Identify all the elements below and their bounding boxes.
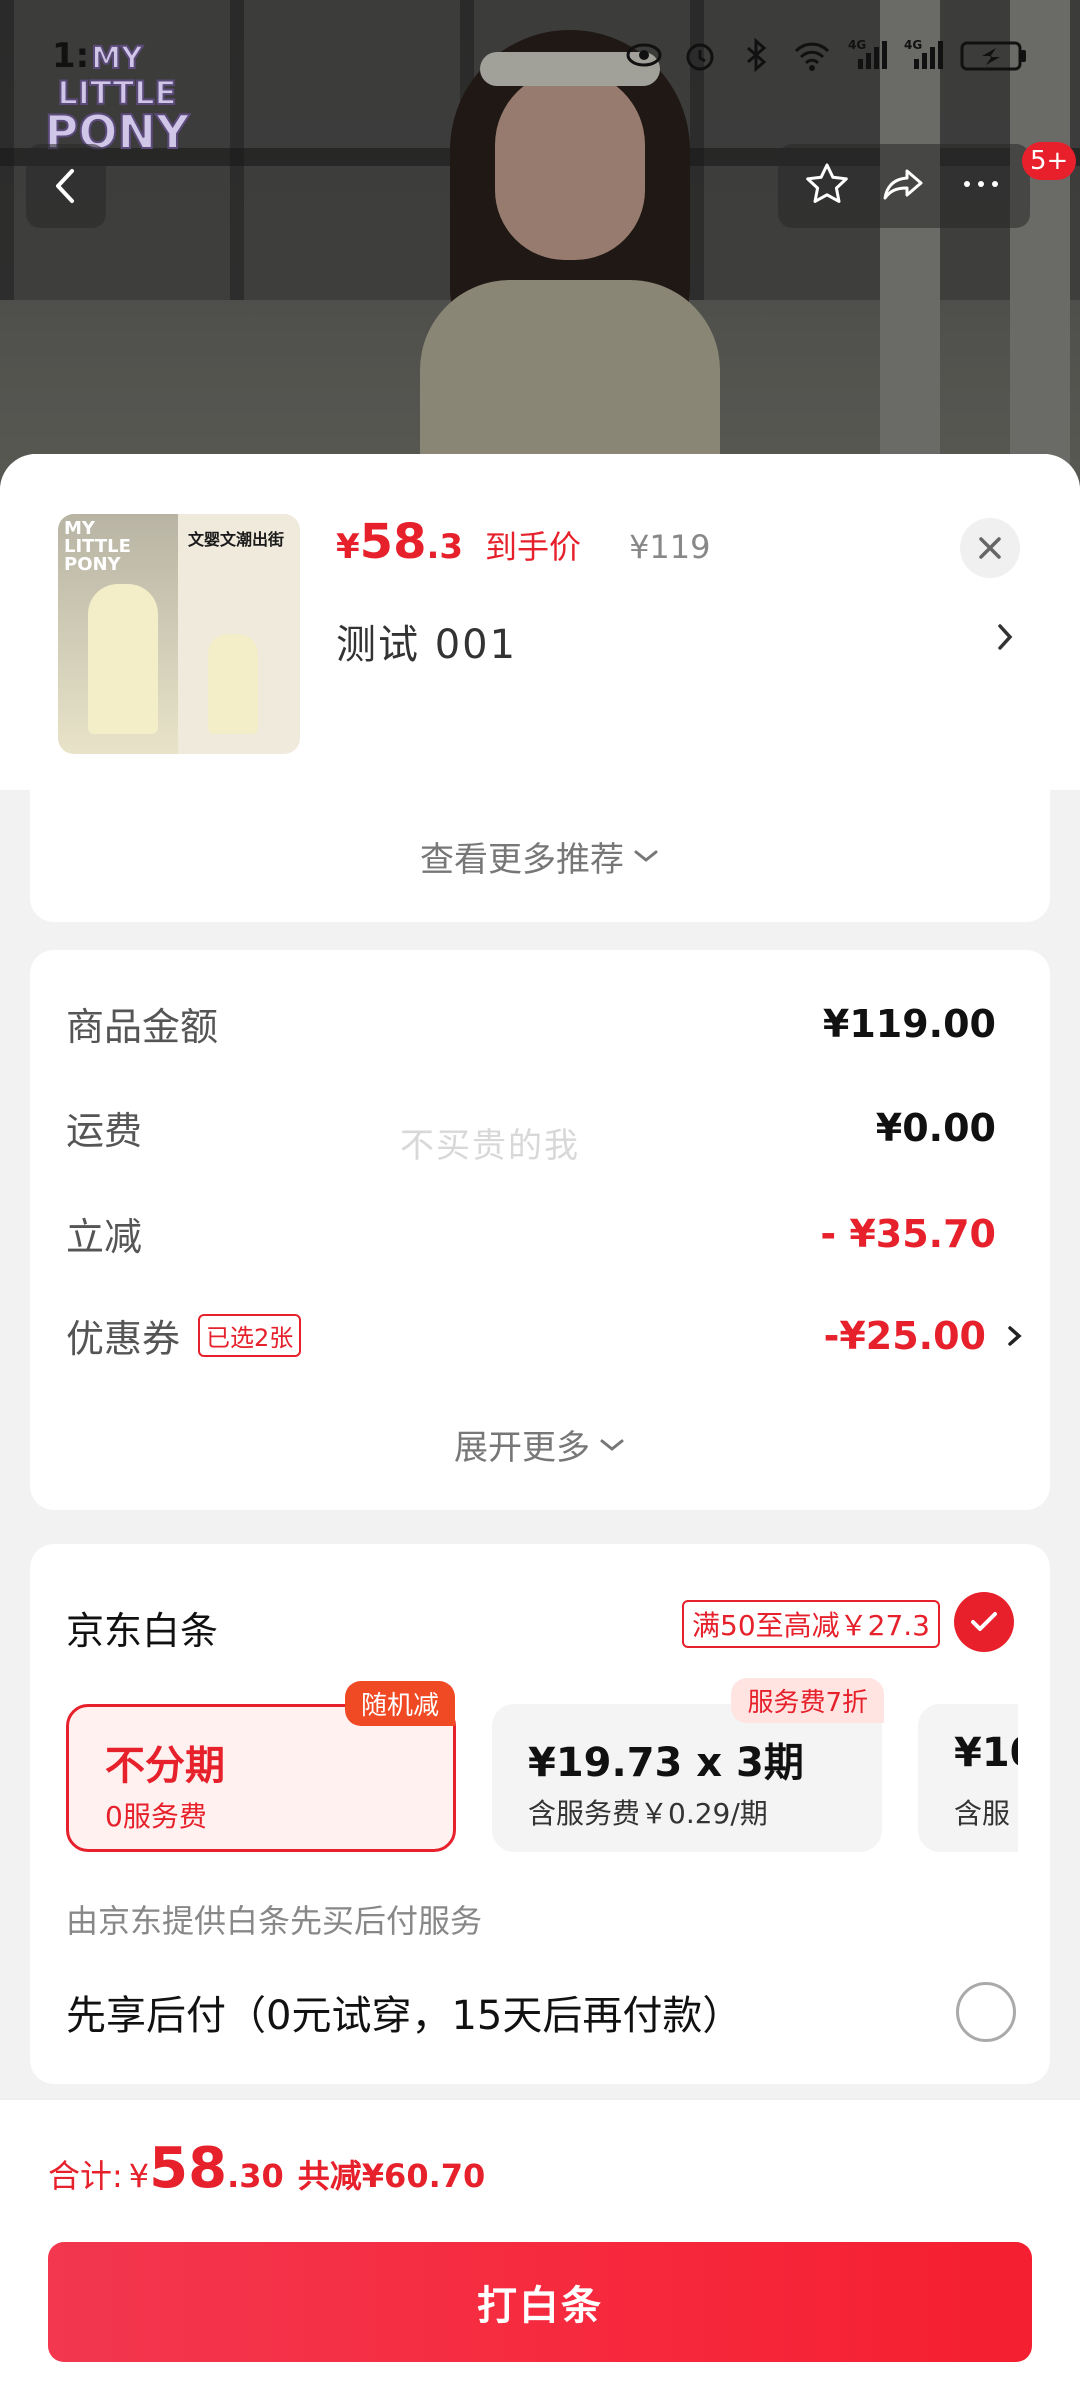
pay-later-option[interactable]: 先享后付（0元试穿，15天后再付款） (66, 1982, 1016, 2042)
chevron-right-icon (1008, 1325, 1022, 1346)
price-row: ¥58.3 到手价 ¥119 (336, 514, 711, 570)
summary-row-discount: 立减 - ¥35.70 (66, 1206, 996, 1261)
total-bar: 合计: ¥ 58 .30 共减¥60.70 (0, 2098, 1080, 2228)
price-label: 到手价 (485, 528, 582, 566)
summary-value: - ¥35.70 (820, 1211, 996, 1256)
product-thumbnail[interactable]: MY LITTLE PONY 文婴文潮出街 (58, 514, 300, 754)
chevron-left-icon (56, 169, 74, 203)
summary-value: ¥0.00 (875, 1105, 996, 1150)
final-price: ¥58.3 (336, 514, 463, 570)
signal-4g-icon: 4G (904, 35, 944, 75)
summary-value: ¥119.00 (822, 1001, 996, 1046)
cta-area: 打白条 (0, 2228, 1080, 2400)
plan-main-label: ¥19.73 x 3期 (528, 1740, 804, 1786)
more-button[interactable] (956, 159, 1006, 213)
wifi-icon (792, 35, 832, 75)
eye-icon (624, 35, 664, 75)
plan-main-label: 不分期 (105, 1743, 225, 1789)
share-icon (883, 169, 923, 200)
expand-more-link[interactable]: 展开更多 (30, 1420, 1050, 1469)
price-currency: ¥ (336, 527, 360, 567)
close-icon (979, 537, 1001, 559)
nav-actions (778, 144, 1030, 228)
plan-sub-label: 含服务费￥0.29/期 (528, 1797, 768, 1830)
installment-option-none[interactable]: 随机减 不分期 0服务费 (66, 1681, 456, 1852)
expand-more-label: 展开更多 (454, 1428, 590, 1468)
coupon-label-group: 优惠券 已选2张 (66, 1308, 302, 1363)
summary-label: 立减 (66, 1215, 143, 1259)
payment-selected-check[interactable] (954, 1592, 1014, 1652)
price-integer: 58 (359, 514, 427, 570)
summary-row-shipping: 运费 ¥0.00 (66, 1100, 996, 1155)
network-label: 4G (848, 38, 866, 52)
payment-note: 由京东提供白条先买后付服务 (66, 1902, 483, 1940)
share-button[interactable] (879, 159, 929, 213)
total-currency: ¥ (128, 2157, 150, 2195)
plan-main-label: ¥10 (954, 1730, 1018, 1776)
coupon-count-tag: 已选2张 (198, 1314, 302, 1357)
plan-badge: 随机减 (344, 1681, 455, 1726)
back-button[interactable] (26, 144, 106, 228)
summary-row-subtotal: 商品金额 ¥119.00 (66, 996, 996, 1051)
checkmark-icon (971, 1612, 997, 1631)
plan-sub-label: 0服务费 (105, 1800, 207, 1833)
close-button[interactable] (960, 518, 1020, 578)
total-integer: 58 (149, 2136, 228, 2201)
chevron-down-icon (600, 1439, 624, 1451)
total-amount: 合计: ¥ 58 .30 共减¥60.70 (48, 2136, 485, 2201)
favorite-button[interactable] (802, 159, 852, 213)
total-saved: 共减¥60.70 (297, 2157, 486, 2195)
price-decimal: .3 (426, 527, 464, 567)
bluetooth-icon (736, 35, 776, 75)
alarm-icon (680, 35, 720, 75)
payment-method-card: 京东白条 满50至高减￥27.3 随机减 不分期 0服务费 服务费7折 ¥19.… (30, 1544, 1050, 2084)
plan-sub-label: 含服 (954, 1797, 1011, 1830)
summary-label: 优惠券 (66, 1317, 181, 1361)
thumb-model (88, 584, 158, 734)
status-bar: 4G 4G (624, 30, 1030, 80)
chevron-down-icon (634, 850, 658, 862)
thumb-brand-logo: MY LITTLE PONY (64, 518, 131, 575)
summary-label: 运费 (66, 1109, 143, 1153)
product-spec[interactable]: 测试 001 (336, 612, 517, 670)
summary-value: -¥25.00 (823, 1313, 986, 1358)
original-price: ¥119 (629, 528, 711, 566)
pay-later-label: 先享后付（0元试穿，15天后再付款） (66, 1993, 743, 2039)
brand-logo: MY LITTLE PONY (22, 30, 212, 160)
more-recommendations-link[interactable]: 查看更多推荐 (30, 790, 1050, 922)
thumb-model (208, 634, 258, 734)
more-recommendations-label: 查看更多推荐 (420, 839, 624, 880)
signal-4g-icon: 4G (848, 35, 888, 75)
star-icon (805, 163, 848, 203)
more-icon (964, 181, 999, 187)
total-decimal: .30 (227, 2157, 284, 2195)
installment-option-more[interactable]: ¥10 含服 (918, 1704, 1018, 1852)
chevron-right-icon[interactable] (990, 614, 1020, 660)
network-label: 4G (904, 38, 922, 52)
notification-badge: 5+ (1022, 142, 1077, 180)
pay-later-radio[interactable] (956, 1982, 1016, 2042)
battery-icon (960, 35, 1030, 75)
product-header: MY LITTLE PONY 文婴文潮出街 ¥58.3 到手价 ¥119 测试 00… (0, 454, 1080, 790)
coupon-value-group: -¥25.00 (823, 1313, 1022, 1358)
thumb-tag: 文婴文潮出街 (188, 530, 285, 549)
payment-title: 京东白条 (66, 1609, 219, 1653)
payment-promo-tag: 满50至高减￥27.3 (682, 1600, 940, 1648)
status-time: 1: (52, 36, 90, 76)
price-summary-card: 不买贵的我 商品金额 ¥119.00 运费 ¥0.00 立减 - ¥35.70 … (30, 950, 1050, 1510)
total-label: 合计: (48, 2157, 123, 2195)
svg-text:MY: MY (91, 41, 144, 76)
plan-badge: 服务费7折 (731, 1678, 884, 1723)
installment-option-3[interactable]: 服务费7折 ¥19.73 x 3期 含服务费￥0.29/期 (492, 1678, 884, 1852)
pay-with-baitiao-button[interactable]: 打白条 (48, 2242, 1032, 2362)
summary-row-coupon[interactable]: 优惠券 已选2张 -¥25.00 (66, 1308, 1022, 1363)
summary-label: 商品金额 (66, 1005, 219, 1049)
